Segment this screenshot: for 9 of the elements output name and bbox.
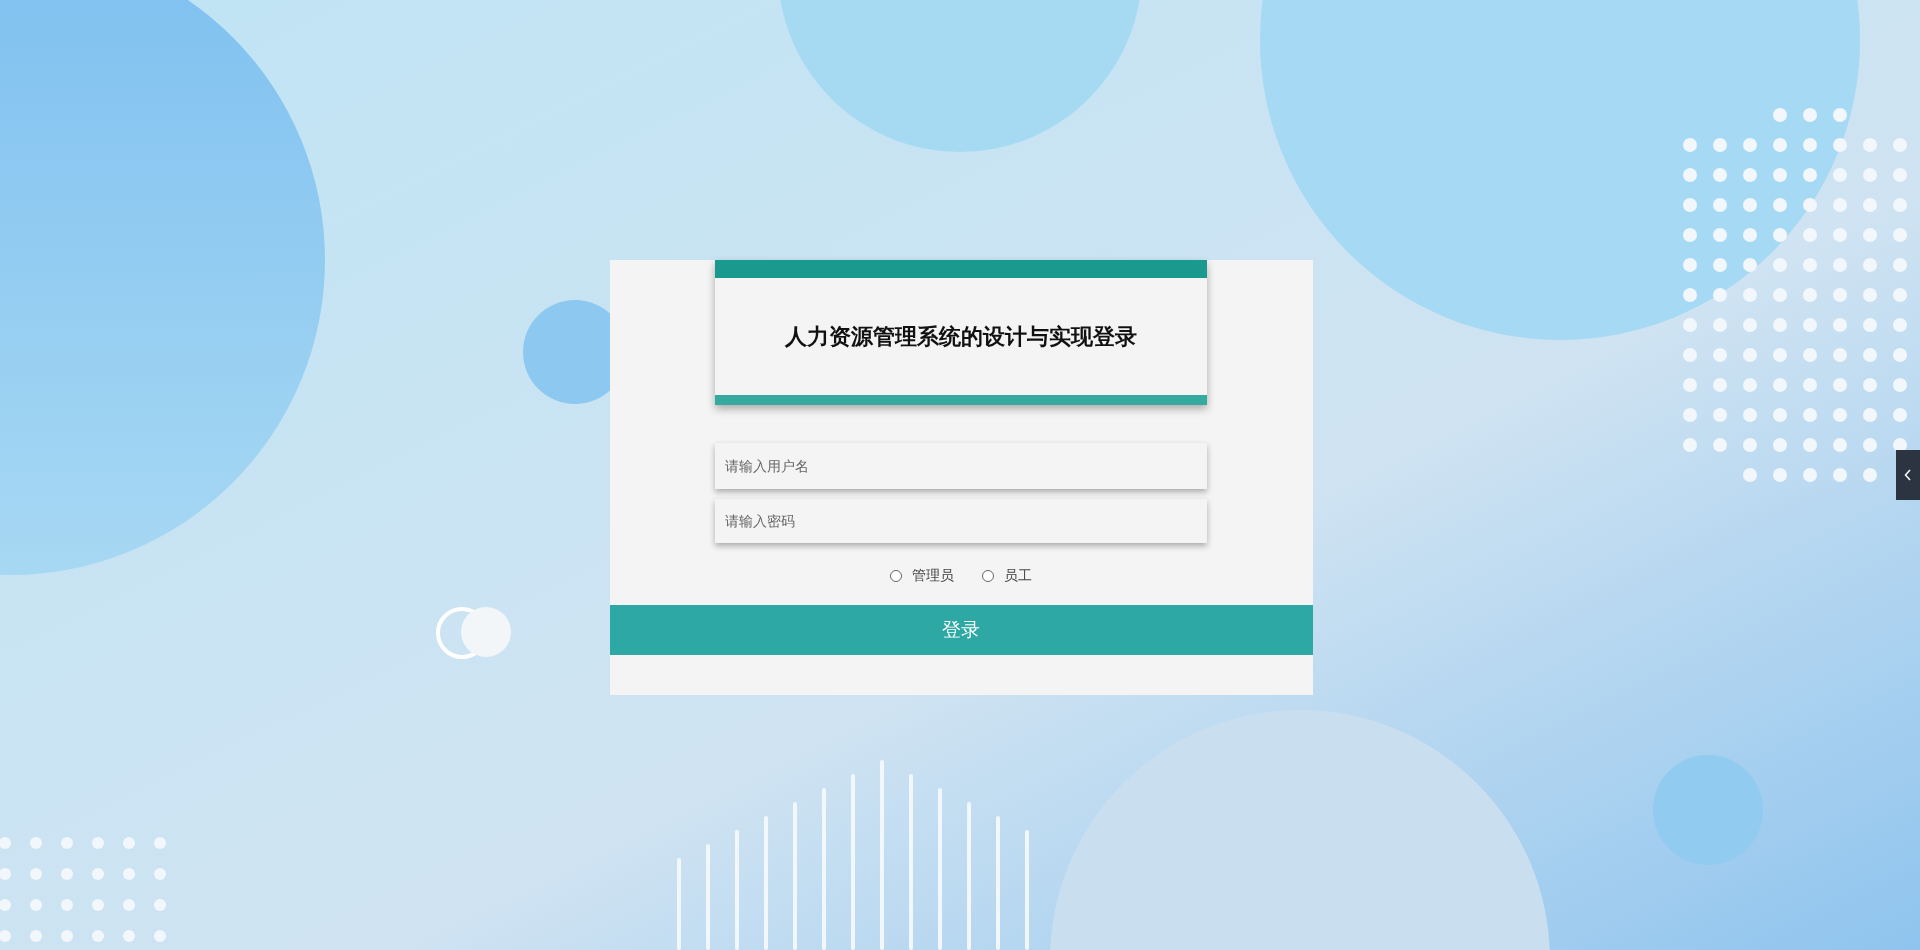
password-field[interactable]: 请输入密码 [715, 499, 1207, 543]
login-title: 人力资源管理系统的设计与实现登录 [785, 322, 1137, 351]
role-label[interactable]: 员工 [1004, 567, 1032, 585]
role-label[interactable]: 管理员 [912, 567, 954, 585]
username-field[interactable]: 请输入用户名 [715, 443, 1207, 489]
side-panel-toggle[interactable] [1896, 450, 1920, 500]
chevron-left-icon [1904, 469, 1912, 481]
role-radio[interactable] [982, 570, 994, 582]
role-radio[interactable] [890, 570, 902, 582]
